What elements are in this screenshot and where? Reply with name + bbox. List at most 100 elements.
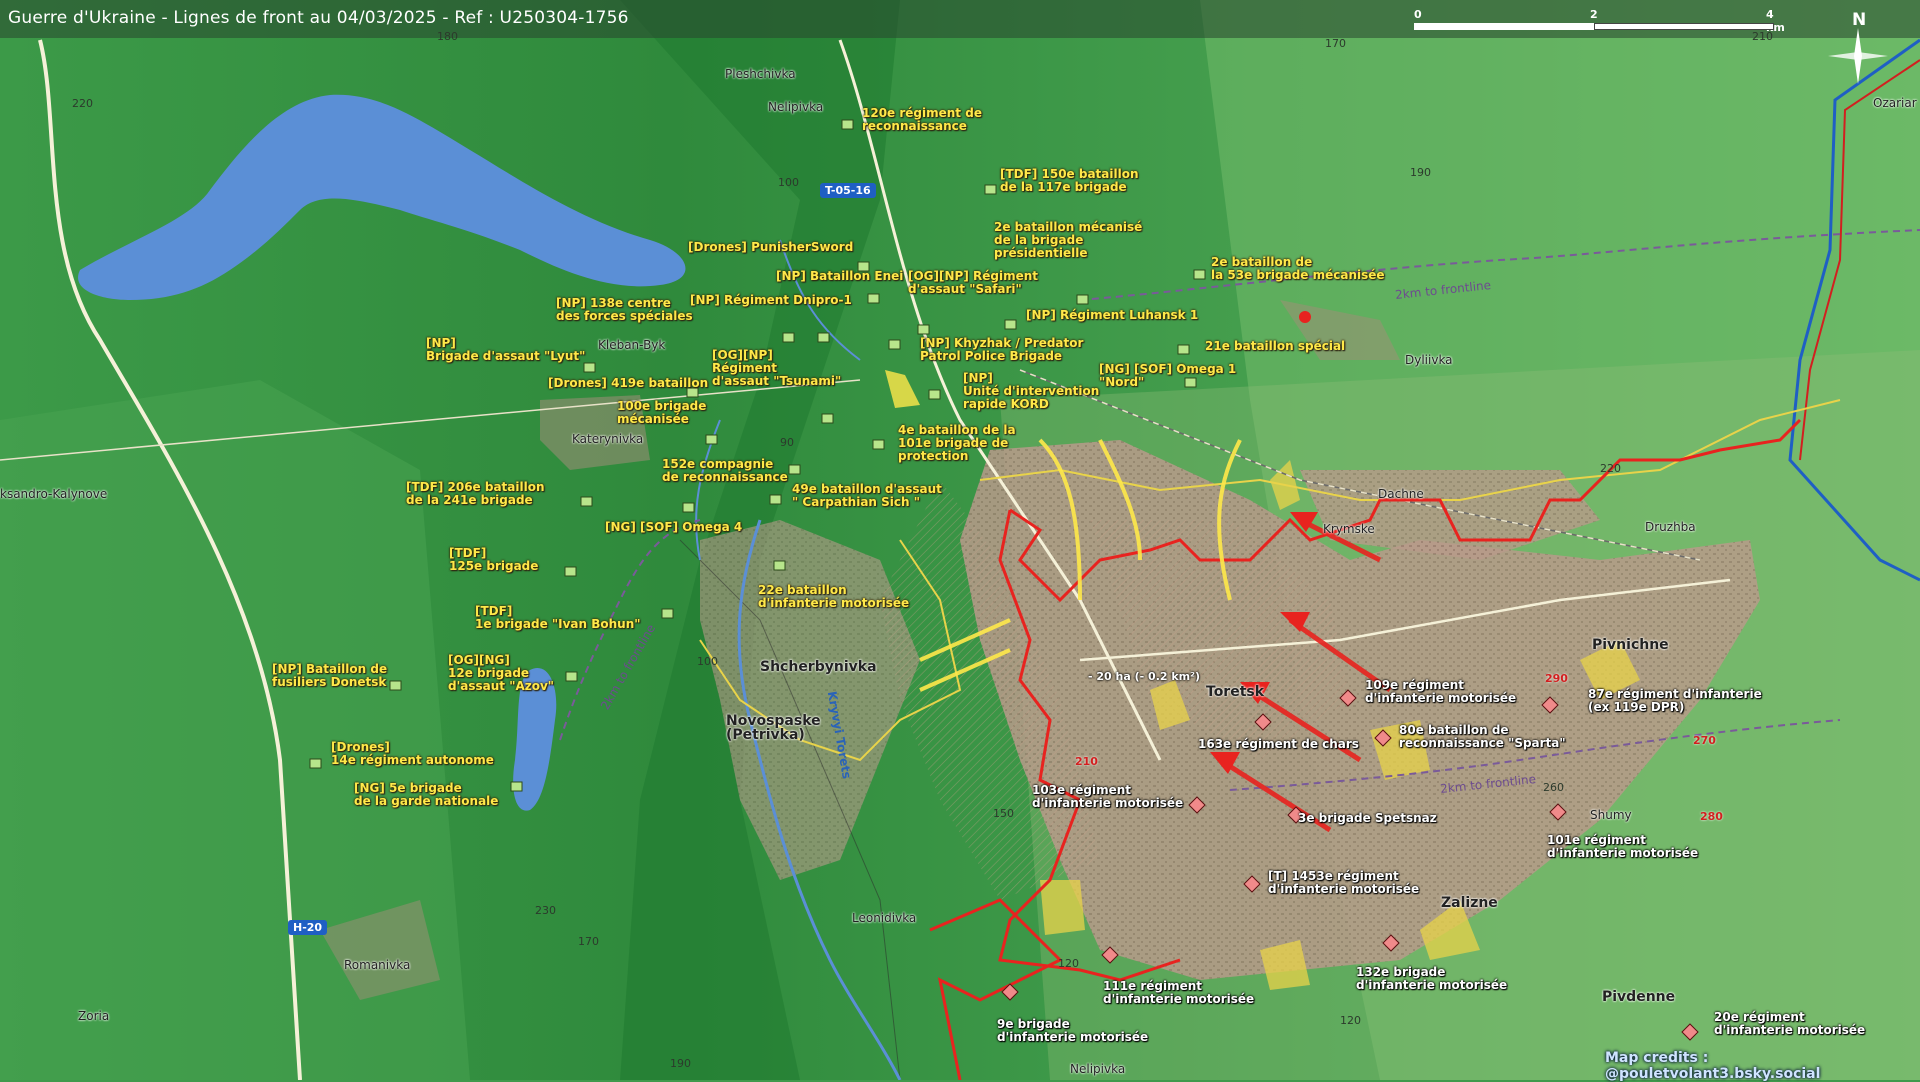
- rus-unit-label[interactable]: 20e régiment d'infanterie motorisée: [1714, 1011, 1865, 1037]
- rus-unit-label[interactable]: 109e régiment d'infanterie motorisée: [1365, 679, 1516, 705]
- ukr-unit-marker-21[interactable]: [769, 494, 782, 505]
- ukr-unit-marker-17[interactable]: [705, 434, 718, 445]
- ukr-unit-label[interactable]: [Drones] 419e bataillon: [548, 377, 708, 390]
- ukr-unit-label[interactable]: [Drones] 14e régiment autonome: [331, 741, 494, 767]
- ukr-unit-marker-1[interactable]: [984, 184, 997, 195]
- scale-tick-0: 0: [1414, 8, 1422, 21]
- ukr-unit-marker-9[interactable]: [1004, 319, 1017, 330]
- town-label: Leonidivka: [852, 911, 917, 925]
- ukr-unit-label[interactable]: [OG][NP] Régiment d'assaut "Safari": [908, 270, 1038, 296]
- ukr-unit-marker-4[interactable]: [1193, 269, 1206, 280]
- elevation-label-red: 290: [1545, 672, 1568, 685]
- ukr-unit-marker-19[interactable]: [788, 464, 801, 475]
- ukr-unit-label[interactable]: [NP] Bataillon de fusiliers Donetsk: [272, 663, 387, 689]
- ukr-unit-marker-12[interactable]: [583, 362, 596, 373]
- elevation-label: 220: [1600, 462, 1621, 475]
- elevation-label: 100: [697, 655, 718, 668]
- ukr-unit-marker-24[interactable]: [773, 560, 786, 571]
- north-arrow: N: [1820, 8, 1910, 88]
- ukr-unit-label[interactable]: 21e bataillon spécial: [1205, 340, 1345, 353]
- town-label: ksandro-Kalynove: [0, 487, 108, 501]
- ukr-unit-marker-8[interactable]: [782, 332, 795, 343]
- elevation-label: 220: [72, 97, 93, 110]
- rus-unit-label[interactable]: 163e régiment de chars: [1198, 738, 1359, 751]
- ukr-unit-label[interactable]: [NP] Unité d'intervention rapide KORD: [963, 372, 1099, 411]
- town-label: Ozariar: [1873, 96, 1917, 110]
- town-label: Romanivka: [344, 958, 411, 972]
- ukr-unit-label[interactable]: [NP] Régiment Dnipro-1: [690, 294, 852, 307]
- area-change-note: - 20 ha (- 0.2 km²): [1088, 670, 1200, 683]
- town-label: Zalizne: [1441, 895, 1498, 911]
- ukr-unit-label[interactable]: [NG] [SOF] Omega 4: [605, 521, 742, 534]
- ukr-unit-marker-29[interactable]: [510, 781, 523, 792]
- road-badge-t0516: T-05-16: [820, 183, 876, 198]
- ukr-unit-label[interactable]: [NP] Bataillon Enei: [776, 270, 903, 283]
- elevation-label-red: 280: [1700, 810, 1723, 823]
- ukr-unit-label[interactable]: [OG][NG] 12e brigade d'assaut "Azov": [448, 654, 554, 693]
- ukr-unit-label[interactable]: 4e bataillon de la 101e brigade de prote…: [898, 424, 1016, 463]
- ukr-unit-label[interactable]: [NG] 5e brigade de la garde nationale: [354, 782, 498, 808]
- ukr-unit-marker-3[interactable]: [1076, 294, 1089, 305]
- ukr-unit-marker-23[interactable]: [564, 566, 577, 577]
- elevation-label: 180: [437, 30, 458, 43]
- town-label: Shumy: [1590, 808, 1632, 822]
- ukr-unit-marker-22[interactable]: [682, 502, 695, 513]
- ukr-unit-label[interactable]: [NG] [SOF] Omega 1 "Nord": [1099, 363, 1236, 389]
- ukr-unit-label[interactable]: [NP] 138e centre des forces spéciales: [556, 297, 693, 323]
- rus-unit-label[interactable]: 111e régiment d'infanterie motorisée: [1103, 980, 1254, 1006]
- ukr-unit-marker-11[interactable]: [1177, 344, 1190, 355]
- ukr-unit-label[interactable]: [Drones] PunisherSword: [688, 241, 853, 254]
- town-label: Pleshchivka: [725, 67, 796, 81]
- ukr-unit-label[interactable]: [NP] Régiment Luhansk 1: [1026, 309, 1198, 322]
- scale-bar: 0 2 4 km: [1414, 8, 1785, 34]
- scale-tick-2: 2: [1590, 8, 1598, 21]
- ukr-unit-marker-6[interactable]: [917, 324, 930, 335]
- elevation-label: 120: [1058, 957, 1079, 970]
- ukr-unit-marker-26[interactable]: [389, 680, 402, 691]
- ukr-unit-label[interactable]: [TDF] 206e bataillon de la 241e brigade: [406, 481, 545, 507]
- ukr-unit-marker-0[interactable]: [841, 119, 854, 130]
- ukr-unit-marker-10[interactable]: [888, 339, 901, 350]
- ukr-unit-label[interactable]: [NP] Brigade d'assaut "Lyut": [426, 337, 585, 363]
- ukr-unit-marker-18[interactable]: [872, 439, 885, 450]
- ukr-unit-marker-20[interactable]: [580, 496, 593, 507]
- elevation-label: 170: [578, 935, 599, 948]
- elevation-label: 170: [1325, 37, 1346, 50]
- ukr-unit-label[interactable]: 120e régiment de reconnaissance: [862, 107, 982, 133]
- ukr-unit-label[interactable]: [OG][NP] Régiment d'assaut "Tsunami": [712, 349, 841, 388]
- rus-unit-label[interactable]: 3e brigade Spetsnaz: [1298, 812, 1437, 825]
- ukr-unit-marker-5[interactable]: [867, 293, 880, 304]
- rus-unit-label[interactable]: 9e brigade d'infanterie motorisée: [997, 1018, 1148, 1044]
- ukr-unit-label[interactable]: 100e brigade mécanisée: [617, 400, 706, 426]
- ukr-unit-label[interactable]: 22e bataillon d'infanterie motorisée: [758, 584, 909, 610]
- ukr-unit-label[interactable]: [TDF] 125e brigade: [449, 547, 538, 573]
- elevation-label-red: 210: [1075, 755, 1098, 768]
- town-label: Druzhba: [1645, 520, 1696, 534]
- map-canvas[interactable]: [0, 0, 1920, 1080]
- rus-unit-label[interactable]: [T] 1453e régiment d'infanterie motorisé…: [1268, 870, 1419, 896]
- ukr-unit-marker-13[interactable]: [821, 413, 834, 424]
- ukr-unit-label[interactable]: [TDF] 1e brigade "Ivan Bohun": [475, 605, 641, 631]
- elevation-label: 260: [1543, 781, 1564, 794]
- ukr-unit-label[interactable]: 2e bataillon de la 53e brigade mécanisée: [1211, 256, 1385, 282]
- ukr-unit-marker-16[interactable]: [928, 389, 941, 400]
- ukr-unit-label[interactable]: [NP] Khyzhak / Predator Patrol Police Br…: [920, 337, 1083, 363]
- ukr-unit-label[interactable]: 2e bataillon mécanisé de la brigade prés…: [994, 221, 1142, 260]
- rus-unit-label[interactable]: 80e bataillon de reconnaissance "Sparta": [1399, 724, 1566, 750]
- rus-unit-label[interactable]: 103e régiment d'infanterie motorisée: [1032, 784, 1183, 810]
- elevation-label: 100: [778, 176, 799, 189]
- elevation-label: 90: [780, 436, 794, 449]
- ukr-unit-marker-7[interactable]: [817, 332, 830, 343]
- ukr-unit-marker-25[interactable]: [661, 608, 674, 619]
- rus-unit-label[interactable]: 87e régiment d'infanterie (ex 119e DPR): [1588, 688, 1762, 714]
- rus-unit-label[interactable]: 101e régiment d'infanterie motorisée: [1547, 834, 1698, 860]
- elevation-label: 120: [1340, 1014, 1361, 1027]
- ukr-unit-label[interactable]: 49e bataillon d'assaut " Carpathian Sich…: [792, 483, 942, 509]
- town-label: Dachne: [1378, 487, 1424, 501]
- ukr-unit-marker-28[interactable]: [309, 758, 322, 769]
- ukr-unit-marker-27[interactable]: [565, 671, 578, 682]
- rus-unit-label[interactable]: 132e brigade d'infanterie motorisée: [1356, 966, 1507, 992]
- title-bar: Guerre d'Ukraine - Lignes de front au 04…: [0, 0, 1920, 84]
- ukr-unit-label[interactable]: 152e compagnie de reconnaissance: [662, 458, 788, 484]
- ukr-unit-label[interactable]: [TDF] 150e bataillon de la 117e brigade: [1000, 168, 1139, 194]
